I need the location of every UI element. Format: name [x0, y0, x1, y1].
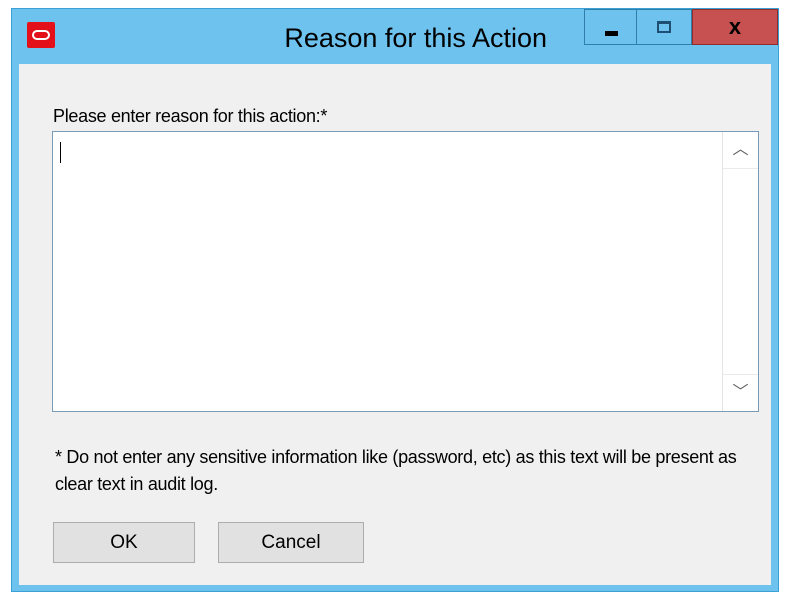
dialog-window: Reason for this Action x Please enter re… [11, 8, 779, 592]
scroll-up-arrow-icon[interactable]: ︿ [723, 132, 758, 169]
minimize-button[interactable] [584, 9, 637, 45]
title-bar[interactable]: Reason for this Action x [12, 9, 778, 64]
vertical-scrollbar[interactable]: ︿ ﹀ [722, 132, 758, 411]
dialog-content: Please enter reason for this action:* ︿ … [19, 64, 771, 585]
scroll-down-arrow-icon[interactable]: ﹀ [723, 374, 758, 411]
minimize-icon [605, 31, 618, 36]
sensitive-info-note: * Do not enter any sensitive information… [55, 447, 737, 494]
cancel-button[interactable]: Cancel [218, 522, 364, 563]
maximize-button[interactable] [637, 9, 692, 45]
reason-label: Please enter reason for this action:* [53, 106, 328, 126]
window-title: Reason for this Action [284, 23, 547, 53]
close-button[interactable]: x [692, 9, 778, 45]
ok-button[interactable]: OK [53, 522, 195, 563]
text-caret [60, 142, 61, 163]
reason-textarea[interactable]: ︿ ﹀ [52, 131, 759, 412]
maximize-icon [657, 21, 671, 33]
close-icon: x [728, 14, 742, 39]
